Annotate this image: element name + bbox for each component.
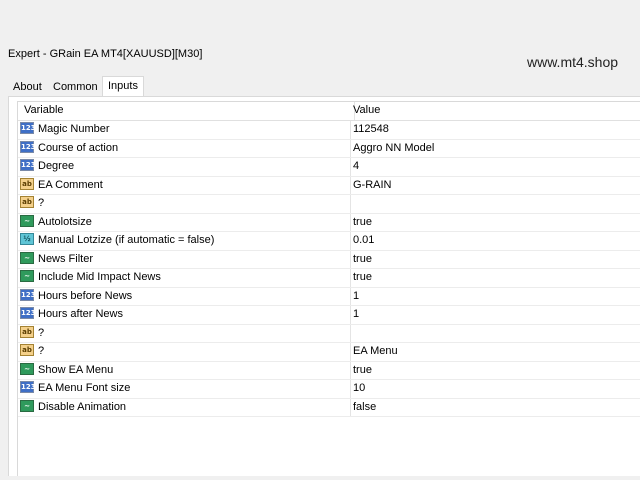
tab-common[interactable]: Common: [48, 78, 103, 96]
inputs-panel: Variable Value 123 Magic Number 112548 123 C…: [8, 96, 640, 476]
window-title: Expert - GRain EA MT4[XAUUSD][M30]: [8, 48, 203, 60]
grid-header: Variable Value: [18, 102, 640, 121]
int-icon: 123: [20, 159, 36, 172]
variable-label: Hours after News: [38, 308, 123, 320]
dbl-icon: ½: [20, 233, 34, 246]
variable-cell: ab?: [18, 343, 351, 361]
value-cell[interactable]: 1: [349, 288, 640, 306]
int-icon: 123: [20, 140, 36, 153]
table-row[interactable]: 123 EA Menu Font size 10: [18, 380, 640, 399]
table-row[interactable]: 123 Hours before News 1: [18, 287, 640, 306]
variable-cell: ab EA Comment: [18, 176, 351, 194]
table-row[interactable]: 123 Degree 4: [18, 158, 640, 177]
value-cell[interactable]: true: [349, 362, 640, 380]
value-cell[interactable]: Aggro NN Model: [349, 140, 640, 158]
value-cell[interactable]: 10: [349, 380, 640, 398]
str-icon: ab: [20, 325, 34, 338]
variable-cell: ab?: [18, 324, 351, 342]
tab-inputs[interactable]: Inputs: [102, 76, 144, 98]
table-row[interactable]: ab EA Comment G-RAIN: [18, 176, 640, 195]
table-row[interactable]: ~ Autolotsize true: [18, 213, 640, 232]
int-icon: 123: [20, 381, 36, 394]
variable-label: EA Menu Font size: [38, 382, 131, 394]
table-row[interactable]: ~ News Filter true: [18, 250, 640, 269]
tab-about[interactable]: About: [8, 78, 47, 96]
bool-icon: ~: [20, 399, 34, 412]
value-cell[interactable]: [349, 195, 640, 213]
variable-cell: 123 Course of action: [18, 139, 351, 157]
value-cell[interactable]: 4: [349, 158, 640, 176]
variable-label: Autolotsize: [38, 215, 92, 228]
variable-label: News Filter: [38, 252, 94, 265]
variable-label: EA Comment: [38, 178, 103, 191]
int-icon: 123: [20, 288, 36, 301]
column-header-value[interactable]: Value: [349, 102, 640, 120]
bool-icon: ~: [20, 270, 34, 283]
table-row[interactable]: ~ Disable Animation false: [18, 398, 640, 417]
table-row[interactable]: ab?: [18, 324, 640, 343]
bool-icon: ~: [20, 251, 34, 264]
table-row[interactable]: ½ Manual Lotzize (if automatic = false) 0.…: [18, 232, 640, 251]
value-cell[interactable]: true: [349, 214, 640, 232]
value-cell[interactable]: G-RAIN: [349, 177, 640, 195]
variable-cell: ~ Include Mid Impact News: [18, 269, 351, 287]
table-row[interactable]: ab? EA Menu: [18, 343, 640, 362]
str-icon: ab: [20, 344, 34, 357]
variable-cell: 123 Hours before News: [18, 287, 351, 305]
variable-cell: ~ Disable Animation: [18, 398, 351, 416]
variable-label: Magic Number: [38, 123, 110, 135]
variable-cell: ab?: [18, 195, 351, 213]
int-icon: 123: [20, 307, 36, 320]
value-cell[interactable]: 112548: [349, 121, 640, 139]
value-cell[interactable]: true: [349, 269, 640, 287]
variable-cell: 123 Degree: [18, 158, 351, 176]
variable-cell: ½ Manual Lotzize (if automatic = false): [18, 232, 351, 250]
variable-label: ?: [38, 326, 45, 339]
variable-label: Include Mid Impact News: [38, 271, 161, 283]
inputs-grid: Variable Value 123 Magic Number 112548 123 C…: [17, 101, 640, 476]
value-cell[interactable]: false: [349, 399, 640, 417]
table-row[interactable]: ab?: [18, 195, 640, 214]
value-cell[interactable]: true: [349, 251, 640, 269]
table-row[interactable]: ~ Include Mid Impact News true: [18, 269, 640, 288]
variable-cell: ~ Show EA Menu: [18, 361, 351, 379]
value-cell[interactable]: 1: [349, 306, 640, 324]
expert-properties-window: Expert - GRain EA MT4[XAUUSD][M30] www.m…: [0, 40, 640, 480]
value-cell[interactable]: [349, 325, 640, 343]
variable-label: Hours before News: [38, 289, 133, 302]
variable-label: ?: [38, 345, 45, 357]
column-header-variable[interactable]: Variable: [18, 102, 355, 120]
variable-label: Course of action: [38, 141, 119, 154]
bool-icon: ~: [20, 214, 34, 227]
watermark-text: www.mt4.shop: [527, 54, 619, 70]
variable-cell: 123 Hours after News: [18, 306, 351, 324]
variable-label: Degree: [38, 160, 75, 172]
variable-label: Disable Animation: [38, 400, 127, 413]
variable-label: Manual Lotzize (if automatic = false): [38, 234, 215, 246]
bool-icon: ~: [20, 362, 34, 375]
table-row[interactable]: ~ Show EA Menu true: [18, 361, 640, 380]
variable-label: Show EA Menu: [38, 363, 114, 376]
variable-cell: ~ Autolotsize: [18, 213, 351, 231]
variable-cell: 123 Magic Number: [18, 121, 351, 139]
str-icon: ab: [20, 177, 34, 190]
str-icon: ab: [20, 196, 34, 209]
variable-cell: 123 EA Menu Font size: [18, 380, 351, 398]
table-row[interactable]: 123 Magic Number 112548: [18, 121, 640, 140]
table-row[interactable]: 123 Course of action Aggro NN Model: [18, 139, 640, 158]
variable-cell: ~ News Filter: [18, 250, 351, 268]
value-cell[interactable]: EA Menu: [349, 343, 640, 361]
variable-label: ?: [38, 197, 45, 209]
value-cell[interactable]: 0.01: [349, 232, 640, 250]
grid-rows: 123 Magic Number 112548 123 Course of action…: [18, 121, 640, 417]
table-row[interactable]: 123 Hours after News 1: [18, 306, 640, 325]
int-icon: 123: [20, 122, 36, 135]
